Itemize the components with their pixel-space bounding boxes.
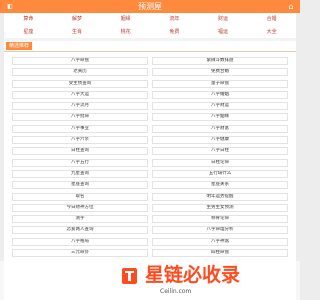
list-link[interactable]: 八字命理分析 [152, 226, 288, 235]
list-link[interactable]: 八字事业 [12, 124, 148, 133]
watermark-overlay: 星链必收录 Ceilin.com [0, 261, 300, 300]
list-link[interactable]: 三元命卦 [12, 249, 148, 258]
list-link[interactable]: 生男生女预测 [152, 203, 288, 212]
nav-item[interactable]: 桃花 [101, 26, 150, 39]
nav-item[interactable]: 姻缘 [101, 13, 150, 26]
top-header: ◧ 预测屋 ⌂ [0, 0, 300, 13]
home-icon[interactable]: ⌂ [285, 1, 297, 12]
list-link[interactable]: 称骨论命 [152, 215, 288, 224]
list-link[interactable]: 取名 [12, 192, 148, 201]
list-link[interactable]: 紫微斗数排盘 [152, 57, 288, 65]
list-link[interactable]: 八字财富 [152, 124, 288, 133]
list-link[interactable]: 八字流月 [12, 102, 148, 111]
list-link[interactable]: 日柱论命 [152, 158, 288, 167]
nav-item[interactable]: 福运 [199, 26, 248, 39]
list-link[interactable]: 免费合婚 [152, 68, 288, 77]
section-header: 精选推荐 [4, 41, 296, 52]
list-link[interactable]: 八字健康 [152, 136, 288, 145]
list-link[interactable]: 九星查询 [12, 169, 148, 178]
list-link[interactable]: 八字财运 [152, 102, 288, 111]
link-grid: 八字命盘 紫微斗数排盘 老黄历 免费合婚 受生债查询 量子命盘 八字大运 八字婚姻 八字流月 八字… [12, 57, 288, 258]
nav-item[interactable]: 解梦 [53, 13, 102, 26]
list-link[interactable]: 八字大运 [12, 90, 148, 99]
list-link[interactable]: 老黄历 [12, 68, 148, 77]
list-link[interactable]: 八字日柱 [152, 147, 288, 156]
list-link[interactable]: 日柱查询 [12, 147, 148, 156]
list-link[interactable]: 八字批命 [12, 113, 148, 122]
list-link[interactable]: 星座查询 [12, 181, 148, 190]
nav-item[interactable]: 流年 [150, 13, 199, 26]
watermark-logo-icon [122, 268, 137, 284]
list-link[interactable]: 量子命盘 [152, 79, 288, 88]
list-link[interactable]: 恋爱两人查询 [12, 226, 148, 235]
list-link[interactable]: 八字神煞 [152, 237, 288, 246]
list-link[interactable]: 四柱命盘 [152, 249, 288, 258]
section-title: 精选推荐 [6, 42, 33, 50]
list-link[interactable]: 测字 [12, 215, 148, 224]
list-link[interactable]: 明年运势提醒 [152, 192, 288, 201]
list-link[interactable]: 受生债查询 [12, 79, 148, 88]
list-link[interactable]: 八字六亲 [12, 136, 148, 145]
list-link[interactable]: 八字格局 [12, 237, 148, 246]
list-link[interactable]: 八字五行 [12, 158, 148, 167]
list-link[interactable]: 星座关系 [152, 181, 288, 190]
nav-item[interactable]: 大全 [247, 26, 296, 39]
list-link[interactable]: 今日财神方位 [12, 203, 148, 212]
watermark-text: 星链必收录 [145, 264, 241, 286]
list-link[interactable]: 八字姻缘 [152, 113, 288, 122]
list-link[interactable]: 五行缺什么 [152, 169, 288, 178]
nav-item[interactable]: 星座 [4, 26, 53, 39]
site-title: 预测屋 [138, 2, 162, 11]
watermark-link[interactable]: Ceilin.com [160, 287, 191, 297]
nav-item[interactable]: 免费 [150, 26, 199, 39]
category-nav: 算命 解梦 姻缘 流年 财运 合婚 星座 生肖 桃花 免费 福运 大全 [4, 13, 296, 38]
nav-item[interactable]: 算命 [4, 13, 53, 26]
nav-item[interactable]: 财运 [199, 13, 248, 26]
list-link[interactable]: 八字婚姻 [152, 90, 288, 99]
nav-item[interactable]: 合婚 [247, 13, 296, 26]
list-link[interactable]: 八字命盘 [12, 57, 148, 65]
nav-item[interactable]: 生肖 [53, 26, 102, 39]
